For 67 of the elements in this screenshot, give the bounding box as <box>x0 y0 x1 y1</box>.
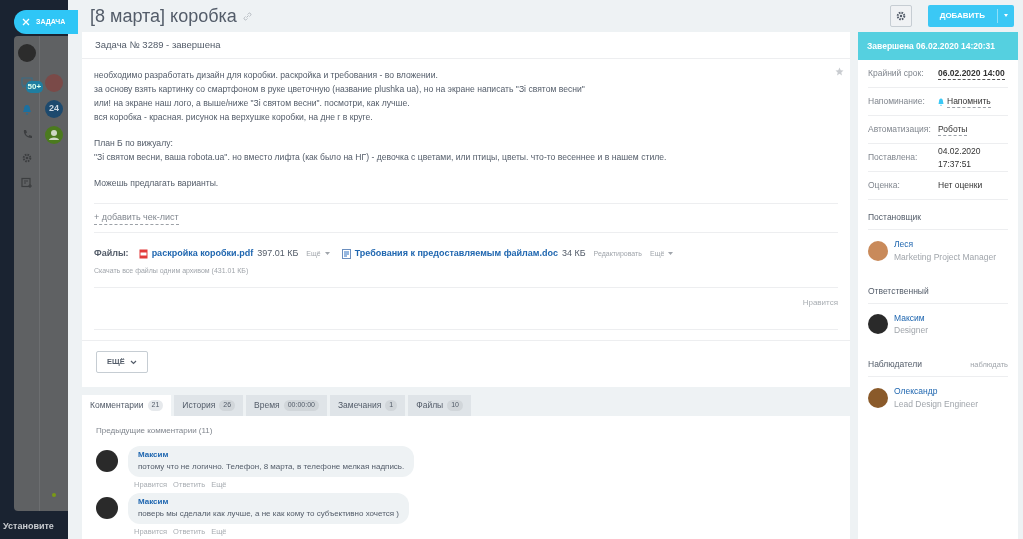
file-link[interactable]: раскройка коробки.pdf <box>151 247 254 261</box>
role-title: Постановщик <box>868 211 921 224</box>
calendar-plus-icon[interactable] <box>21 176 33 188</box>
status-banner: Завершена 06.02.2020 14:20:31 <box>858 32 1018 60</box>
comment-author-link[interactable]: Максим <box>138 495 399 508</box>
description-text: Можешь предлагать варианты. <box>94 177 220 190</box>
person-name-link[interactable]: Олександр <box>894 385 979 398</box>
person-name-link[interactable]: Максим <box>894 311 929 325</box>
file-size: 34 КБ <box>561 247 586 260</box>
task-title: [8 марта] коробка <box>90 4 237 28</box>
description-text: или! на экране наш лого, а выше/ниже "Зі святом весни". посмотри, как лучше. <box>94 97 411 110</box>
install-prompt-text: Установите <box>3 519 54 533</box>
caret-icon <box>668 252 674 256</box>
star-icon[interactable] <box>835 67 844 76</box>
bell-icon <box>938 97 944 106</box>
reminder-link[interactable]: Напомнить <box>947 94 991 109</box>
avatar-placeholder <box>96 497 118 520</box>
phone-icon[interactable] <box>21 128 32 139</box>
settings-icon <box>895 11 906 21</box>
person-role: Marketing Project Manager <box>894 250 997 264</box>
caret-icon <box>324 252 330 256</box>
avatar-placeholder <box>868 240 888 261</box>
avatar-placeholder <box>868 387 888 408</box>
avatar-placeholder <box>868 314 888 335</box>
settings-icon[interactable] <box>21 152 32 163</box>
avatar-placeholder <box>96 450 118 472</box>
comment-text: потому что не логично. Телефон, 8 марта, в телефоне мелкая надпись. <box>138 460 405 473</box>
avatar-placeholder <box>17 44 36 62</box>
role-title: Наблюдатели <box>868 358 922 371</box>
field-label: Поставлена: <box>868 151 919 164</box>
field-label: Крайний срок: <box>868 67 925 80</box>
task-heading: Задача № 3289 - завершена <box>82 32 850 59</box>
field-value: 04.02.2020 17:37:51 <box>938 144 982 171</box>
description-text: вся коробка - красная. рисунок на верхушке коробки, на дне г в круге. <box>94 111 374 124</box>
settings-button[interactable] <box>889 5 912 27</box>
description-text: "Зі святом весни, ваша robota.ua". но вместо лифта (как было на НГ) - девочка с цветами, или птицы, цветы. что-то весеннее и в нашем стиле. <box>94 151 668 164</box>
field-label: Оценка: <box>868 179 901 192</box>
field-value: Нет оценки <box>938 179 983 192</box>
description-text: за основу взять картинку со смартфоном в руке цветочную (название plushka ua), но на экране написать "Зі святом весни" <box>94 83 586 96</box>
files-label: Файлы: <box>94 247 129 260</box>
person-role: Designer <box>894 324 929 337</box>
file-size: 397.01 КБ <box>257 247 299 260</box>
field-link[interactable]: Роботы <box>938 122 968 137</box>
previous-comments-link[interactable]: Предыдущие комментарии (11) <box>96 426 213 435</box>
description-text: План Б по вижуалу: <box>94 137 174 150</box>
role-title: Ответственный <box>868 284 929 298</box>
description-text: необходимо разработать дизайн для коробки. раскройка и требования - во вложении. <box>94 69 439 82</box>
comment-author-link[interactable]: Максим <box>138 448 405 461</box>
pdf-file-icon <box>138 248 148 259</box>
avatar-placeholder[interactable] <box>45 74 64 92</box>
user-avatar-icon[interactable] <box>45 126 64 144</box>
file-link[interactable]: Требования к предоставляемым файлам.doc <box>354 247 558 261</box>
chat-counter[interactable]: 24 <box>45 100 64 118</box>
chevron-down-icon <box>129 359 137 365</box>
online-status-dot <box>52 493 56 497</box>
bell-icon[interactable] <box>21 103 32 115</box>
counter-badge: 50+ <box>25 81 44 93</box>
deadline-link[interactable]: 06.02.2020 14:00 <box>938 66 1005 81</box>
field-label: Автоматизация: <box>868 123 932 136</box>
person-role: Lead Design Engineer <box>894 397 979 411</box>
link-icon[interactable] <box>242 11 252 21</box>
field-label: Напоминание: <box>868 95 926 108</box>
comment-text: поверь мы сделали как лучше, а не как кому то субъективно хочется ) <box>138 507 399 520</box>
person-name-link[interactable]: Леся <box>894 238 997 251</box>
close-icon <box>22 18 30 26</box>
document-file-icon <box>341 248 351 259</box>
add-checklist-link[interactable]: + добавить чек-лист <box>94 210 179 226</box>
